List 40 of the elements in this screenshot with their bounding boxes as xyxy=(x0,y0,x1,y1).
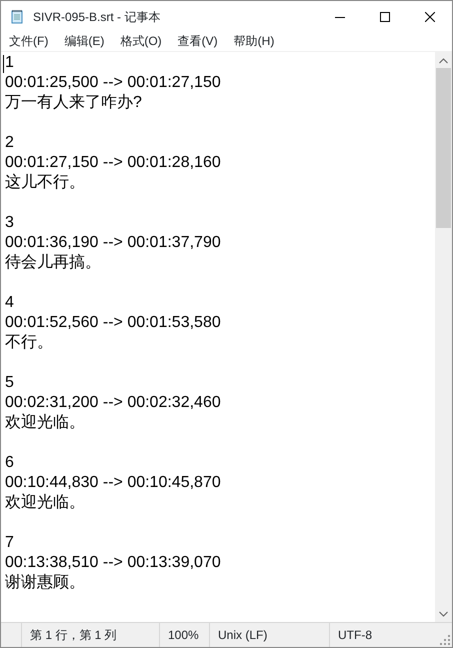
subtitle-index: 4 xyxy=(5,294,14,311)
subtitle-timing: 00:01:27,150 --> 00:01:28,160 xyxy=(5,154,221,171)
close-icon[interactable] xyxy=(424,12,434,22)
scroll-down-icon[interactable] xyxy=(439,611,448,617)
menu-item[interactable]: 查看(V) xyxy=(170,32,226,51)
menu-item[interactable]: 格式(O) xyxy=(112,32,170,51)
menu-item[interactable]: 帮助(H) xyxy=(226,32,282,51)
resize-grip-icon[interactable] xyxy=(440,635,450,645)
text-cursor xyxy=(3,55,4,73)
subtitle-timing: 00:01:36,190 --> 00:01:37,790 xyxy=(5,234,221,251)
subtitle-index: 7 xyxy=(5,534,14,551)
scrollbar-thumb[interactable] xyxy=(436,68,451,228)
subtitle-index: 5 xyxy=(5,374,14,391)
zoom-level: 100% xyxy=(168,628,199,642)
maximize-icon[interactable] xyxy=(380,12,390,22)
subtitle-text: 不行。 xyxy=(5,334,53,351)
subtitle-timing: 00:13:38,510 --> 00:13:39,070 xyxy=(5,554,221,571)
subtitle-text: 谢谢惠顾。 xyxy=(5,574,85,591)
subtitle-timing: 00:02:31,200 --> 00:02:32,460 xyxy=(5,394,221,411)
subtitle-text: 待会儿再搞。 xyxy=(5,254,101,271)
scroll-up-icon[interactable] xyxy=(439,58,448,64)
subtitle-text: 万一有人来了咋办? xyxy=(5,94,142,111)
encoding: UTF-8 xyxy=(338,628,372,642)
subtitle-timing: 00:01:25,500 --> 00:01:27,150 xyxy=(5,74,221,91)
subtitle-index: 3 xyxy=(5,214,14,231)
window-title: SIVR-095-B.srt - 记事本 xyxy=(33,8,160,26)
subtitle-index: 2 xyxy=(5,134,14,151)
line-ending: Unix (LF) xyxy=(218,628,268,642)
subtitle-index: 1 xyxy=(5,54,14,71)
subtitle-text: 欢迎光临。 xyxy=(5,414,85,431)
subtitle-index: 6 xyxy=(5,454,14,471)
menu-item[interactable]: 编辑(E) xyxy=(56,32,112,51)
menu-item[interactable]: 文件(F) xyxy=(1,32,56,51)
subtitle-text: 这儿不行。 xyxy=(5,174,85,191)
subtitle-timing: 00:01:52,560 --> 00:01:53,580 xyxy=(5,314,221,331)
notepad-icon xyxy=(9,8,25,24)
subtitle-timing: 00:10:44,830 --> 00:10:45,870 xyxy=(5,474,221,491)
cursor-position: 第 1 行，第 1 列 xyxy=(30,628,117,642)
scrollbar[interactable] xyxy=(435,52,452,622)
subtitle-text: 欢迎光临。 xyxy=(5,494,85,511)
